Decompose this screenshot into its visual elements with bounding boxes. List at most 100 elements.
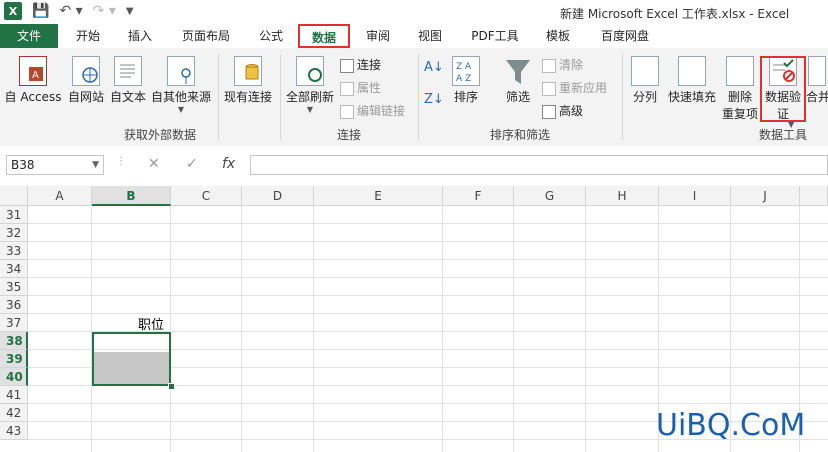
from-access-button[interactable]: A 自 Access — [4, 56, 62, 105]
row-header-37[interactable]: 37 — [0, 314, 28, 332]
tab-home[interactable]: 开始 — [66, 24, 110, 48]
tab-page-layout[interactable]: 页面布局 — [172, 24, 240, 48]
row-header-35[interactable]: 35 — [0, 278, 28, 296]
tab-pdf-tools[interactable]: PDF工具 — [464, 24, 526, 48]
column-header-a[interactable]: A — [28, 186, 92, 206]
remove-duplicates-label-1: 删除 — [727, 90, 752, 104]
row-header-36[interactable]: 36 — [0, 296, 28, 314]
fill-handle[interactable] — [168, 383, 175, 390]
column-header-i[interactable]: I — [659, 186, 731, 206]
undo-icon[interactable]: ↶ ▾ — [59, 3, 82, 19]
sort-ascending-icon[interactable]: A↓ — [424, 60, 444, 75]
ribbon: A 自 Access 自网站 自文本 自其他来源 ▼ 现有连接 获取外部数据 全 — [0, 48, 828, 147]
row-gridline — [28, 403, 828, 404]
row-header-32[interactable]: 32 — [0, 224, 28, 242]
column-header-b[interactable]: B — [92, 186, 171, 206]
column-header-g[interactable]: G — [514, 186, 586, 206]
customize-qat-icon[interactable]: ▼ — [126, 6, 134, 17]
row-header-41[interactable]: 41 — [0, 386, 28, 404]
sort-label: 排序 — [453, 90, 478, 104]
remove-duplicates-icon — [726, 56, 754, 86]
properties-button[interactable]: 属性 — [340, 79, 381, 96]
tab-baidu-netdisk[interactable]: 百度网盘 — [590, 24, 660, 48]
row-gridline — [28, 295, 828, 296]
column-gridline — [241, 206, 242, 452]
tab-review[interactable]: 审阅 — [358, 24, 398, 48]
formula-bar: B38 ▼ ⋮ ✕ ✓ fx — [0, 146, 828, 186]
existing-connections-button[interactable]: 现有连接 — [222, 56, 274, 105]
from-access-label: 自 Access — [4, 90, 62, 104]
reapply-button[interactable]: 重新应用 — [542, 79, 607, 96]
insert-function-icon[interactable]: fx — [222, 156, 235, 172]
connections-button[interactable]: 连接 — [340, 56, 381, 73]
refresh-icon — [296, 56, 324, 86]
tab-view[interactable]: 视图 — [410, 24, 450, 48]
filter-icon — [504, 56, 532, 86]
remove-duplicates-button[interactable]: 删除 重复项 — [720, 56, 760, 122]
reapply-icon — [542, 81, 556, 96]
properties-label: 属性 — [357, 81, 382, 95]
from-text-button[interactable]: 自文本 — [108, 56, 148, 105]
tab-insert[interactable]: 插入 — [118, 24, 162, 48]
selected-range-shade — [94, 352, 169, 384]
chevron-down-icon: ▼ — [177, 105, 185, 114]
row-header-40[interactable]: 40 — [0, 368, 28, 386]
row-header-34[interactable]: 34 — [0, 260, 28, 278]
sort-button[interactable]: Z A A Z 排序 — [448, 56, 484, 105]
cell-b37[interactable]: 职位 — [138, 314, 164, 333]
redo-icon[interactable]: ↷ ▾ — [93, 3, 116, 19]
tab-data[interactable]: 数据 — [298, 24, 350, 48]
filter-button[interactable]: 筛选 — [500, 56, 536, 105]
tab-file[interactable]: 文件 — [0, 24, 58, 48]
cancel-icon[interactable]: ✕ — [148, 156, 160, 172]
column-header-h[interactable]: H — [586, 186, 659, 206]
save-icon[interactable]: 💾 — [32, 3, 49, 19]
text-to-columns-icon — [631, 56, 659, 86]
row-header-39[interactable]: 39 — [0, 350, 28, 368]
row-gridline — [28, 241, 828, 242]
advanced-label: 高级 — [559, 104, 584, 118]
formula-input[interactable] — [250, 155, 828, 175]
from-text-label: 自文本 — [109, 90, 146, 104]
from-other-sources-button[interactable]: 自其他来源 ▼ — [150, 56, 212, 114]
properties-icon — [340, 81, 354, 96]
text-to-columns-button[interactable]: 分列 — [628, 56, 662, 105]
column-header-c[interactable]: C — [171, 186, 242, 206]
row-header-42[interactable]: 42 — [0, 404, 28, 422]
name-box[interactable]: B38 ▼ — [6, 155, 104, 175]
row-header-38[interactable]: 38 — [0, 332, 28, 350]
watermark-text: UiBQ.CoM — [656, 408, 806, 443]
column-header-j[interactable]: J — [731, 186, 800, 206]
from-web-button[interactable]: 自网站 — [66, 56, 106, 105]
row-gridline — [28, 223, 828, 224]
row-header-33[interactable]: 33 — [0, 242, 28, 260]
clear-label: 清除 — [559, 58, 584, 72]
column-header-d[interactable]: D — [242, 186, 314, 206]
group-label-sort-filter: 排序和筛选 — [489, 128, 550, 142]
flash-fill-button[interactable]: 快速填充 — [666, 56, 718, 105]
clear-filter-icon — [542, 58, 556, 73]
sort-descending-icon[interactable]: Z↓ — [424, 92, 444, 107]
row-header-43[interactable]: 43 — [0, 422, 28, 440]
edit-links-button[interactable]: 编辑链接 — [340, 102, 405, 119]
tab-formulas[interactable]: 公式 — [250, 24, 292, 48]
connections-label: 连接 — [357, 58, 382, 72]
column-header-f[interactable]: F — [443, 186, 514, 206]
select-all-corner[interactable] — [0, 186, 28, 206]
consolidate-button[interactable]: 合并 — [806, 56, 828, 105]
existing-connections-icon — [234, 56, 262, 86]
row-header-31[interactable]: 31 — [0, 206, 28, 224]
column-gridline — [170, 206, 171, 452]
other-sources-icon — [167, 56, 195, 86]
column-header-e[interactable]: E — [314, 186, 443, 206]
chevron-down-icon[interactable]: ▼ — [92, 156, 99, 174]
row-gridline — [28, 259, 828, 260]
enter-icon[interactable]: ✓ — [186, 156, 198, 172]
tab-templates[interactable]: 模板 — [536, 24, 580, 48]
advanced-button[interactable]: 高级 — [542, 102, 583, 119]
group-label-connections: 连接 — [336, 128, 361, 142]
clear-button[interactable]: 清除 — [542, 56, 583, 73]
remove-duplicates-label-2: 重复项 — [721, 107, 758, 121]
svg-text:Z A: Z A — [456, 62, 472, 72]
refresh-all-button[interactable]: 全部刷新 ▼ — [284, 56, 336, 114]
